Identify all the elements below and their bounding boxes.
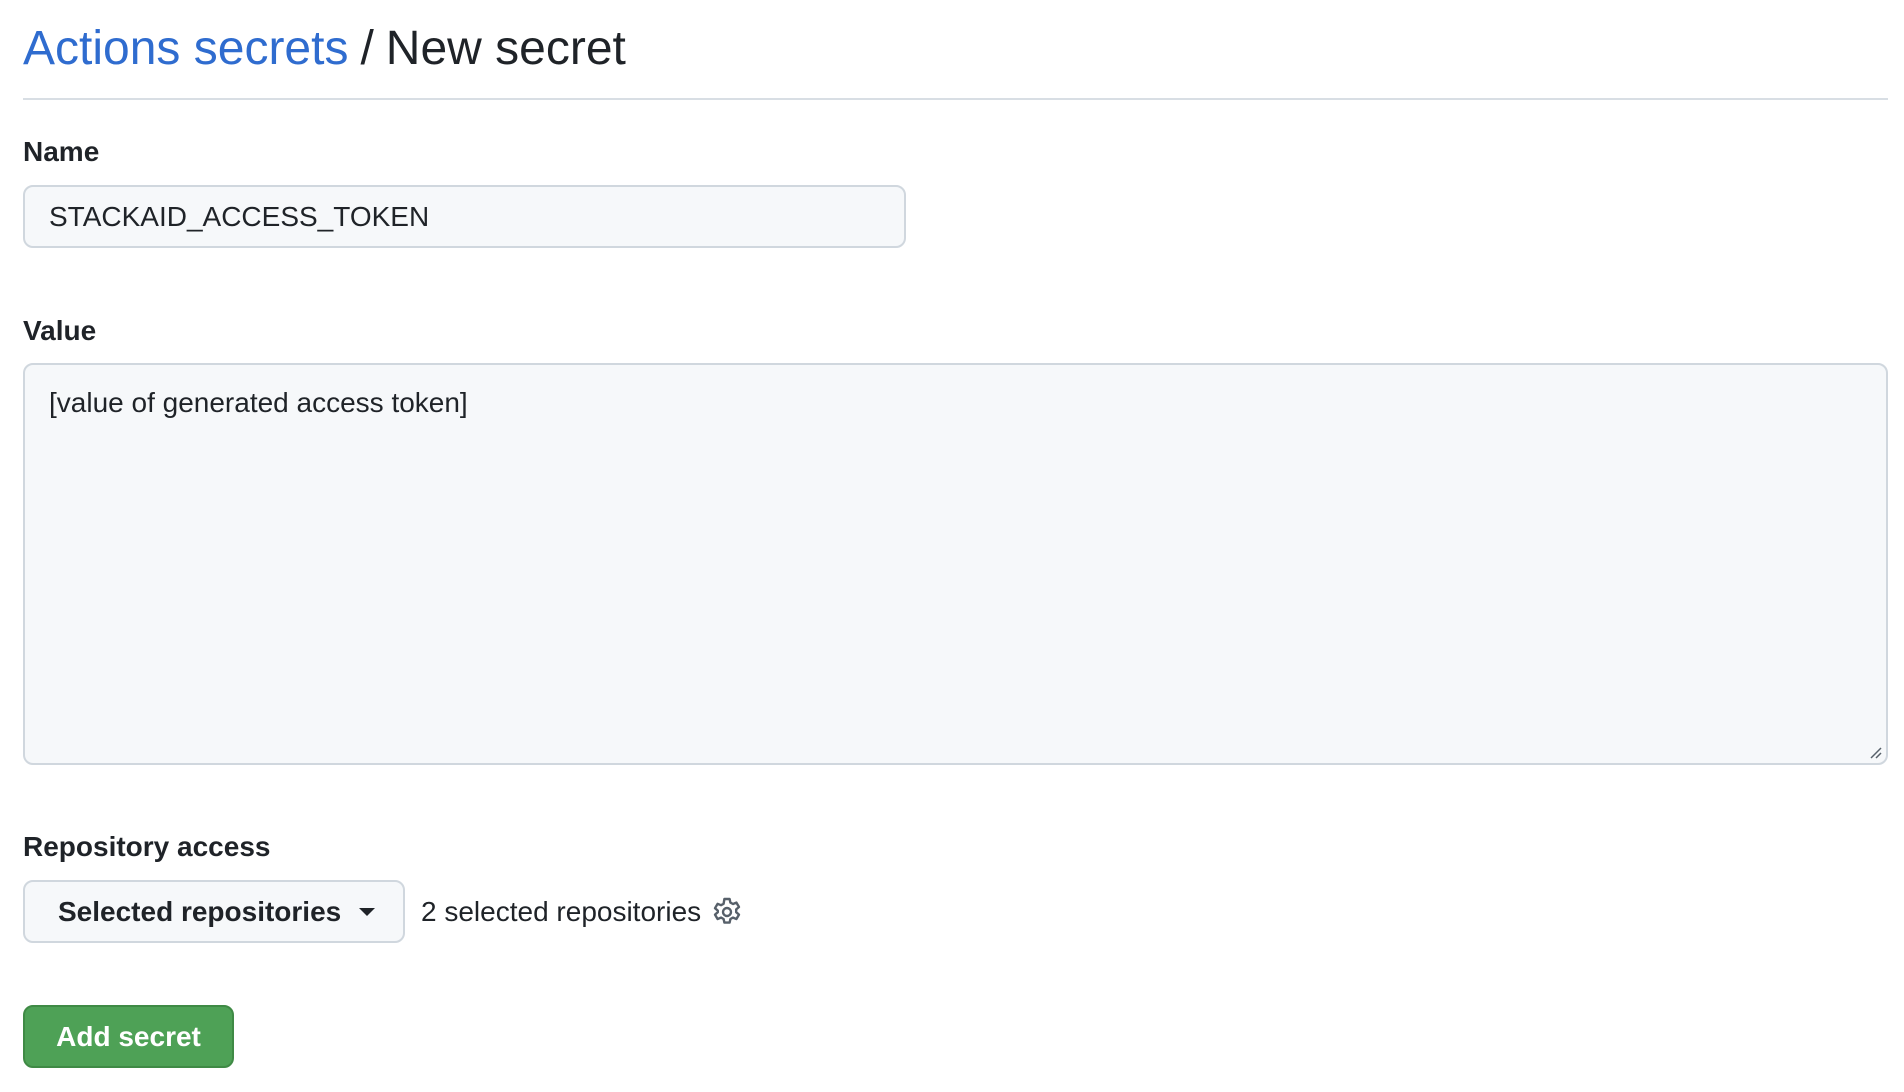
repository-access-label: Repository access	[23, 831, 271, 862]
repository-access-selected: Selected repositories	[58, 895, 342, 927]
repository-access-row: Selected repositories 2 selected reposit…	[23, 880, 743, 943]
new-secret-page: Actions secrets / New secret Name Value …	[23, 0, 1888, 1068]
breadcrumb-actions-secrets-link[interactable]: Actions secrets	[23, 25, 348, 73]
gear-icon[interactable]	[711, 896, 743, 928]
add-secret-button[interactable]: Add secret	[23, 1005, 234, 1068]
page-header: Actions secrets / New secret	[23, 0, 1888, 100]
name-label: Name	[23, 136, 100, 167]
selected-repositories-count: 2 selected repositories	[421, 895, 702, 927]
page-title: New secret	[385, 22, 626, 75]
secret-name-input[interactable]	[23, 185, 906, 248]
value-label: Value	[23, 315, 97, 346]
secret-value-textarea[interactable]: [value of generated access token]	[23, 363, 1888, 765]
caret-down-icon	[359, 907, 376, 916]
resize-handle-icon[interactable]	[1868, 745, 1882, 759]
repository-access-dropdown[interactable]: Selected repositories	[23, 880, 405, 943]
breadcrumb-separator: /	[360, 22, 374, 75]
